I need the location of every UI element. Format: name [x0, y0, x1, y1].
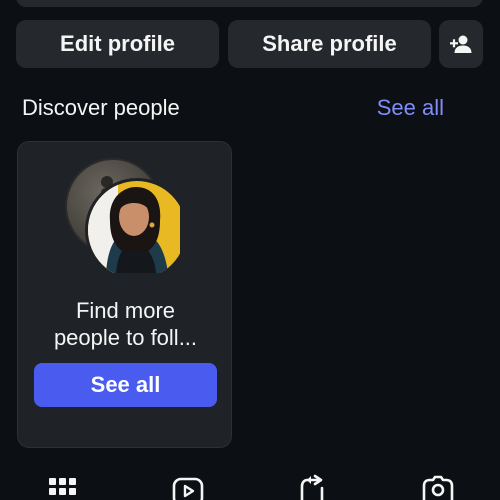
bio-box [16, 0, 483, 7]
profile-tab-bar [0, 472, 500, 500]
reels-icon[interactable] [172, 472, 204, 500]
discover-people-button[interactable] [439, 20, 483, 68]
profile-screen: Edit profile Share profile Discover peop… [0, 0, 500, 500]
share-profile-button[interactable]: Share profile [228, 20, 431, 68]
avatar-front [85, 178, 189, 282]
grid-icon[interactable] [49, 472, 76, 500]
card-see-all-button[interactable]: See all [34, 363, 217, 407]
discover-people-heading: Discover people [22, 95, 180, 120]
edit-profile-label: Edit profile [60, 31, 175, 56]
avatar-front-photo [88, 181, 180, 273]
edit-profile-button[interactable]: Edit profile [16, 20, 219, 68]
find-more-text: Find more people to foll... [18, 297, 233, 351]
find-more-line2: people to foll... [53, 325, 198, 350]
card-see-all-label: See all [90, 372, 161, 397]
add-person-icon [450, 35, 472, 53]
find-more-line1: Find more [75, 298, 176, 323]
share-profile-label: Share profile [262, 31, 397, 56]
find-more-people-card: Find more people to foll... See all [17, 141, 232, 448]
tagged-photo-icon[interactable] [421, 472, 455, 500]
discover-see-all-link[interactable]: See all [377, 95, 444, 121]
repost-icon[interactable] [297, 472, 327, 500]
